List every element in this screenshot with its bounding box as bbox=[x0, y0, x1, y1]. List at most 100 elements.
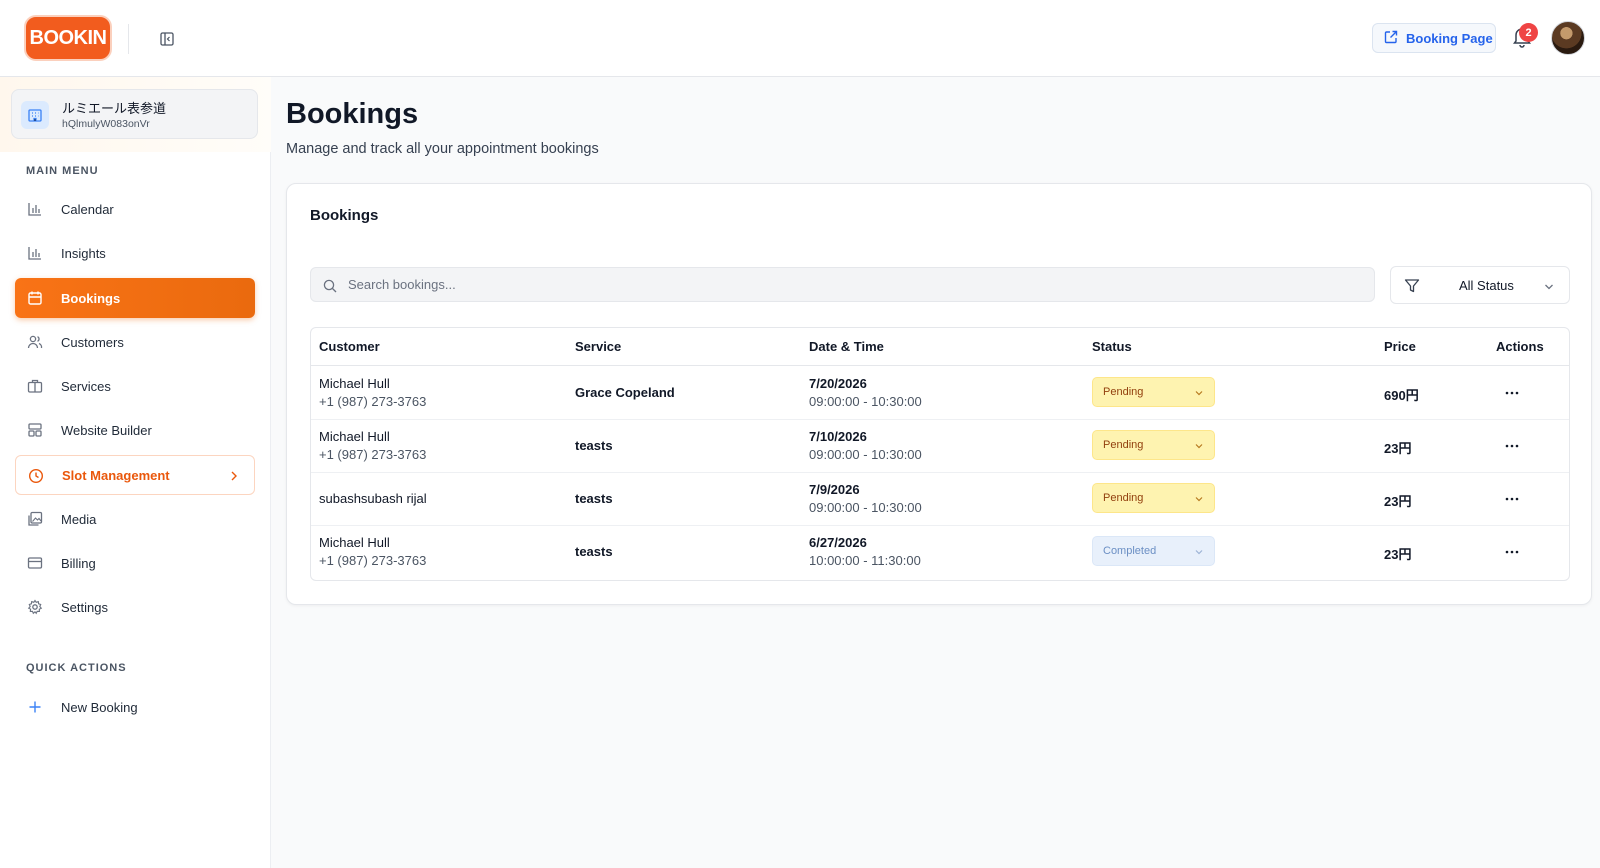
notification-badge: 2 bbox=[1519, 23, 1538, 42]
customer-phone: +1 (987) 273-3763 bbox=[319, 553, 427, 568]
chevron-down-icon bbox=[1194, 441, 1204, 451]
status-value: Pending bbox=[1103, 492, 1144, 504]
new-booking-button[interactable]: New Booking bbox=[15, 687, 255, 727]
chevron-down-icon bbox=[1194, 388, 1204, 398]
bookings-card: Bookings All Status Customer Service Dat… bbox=[286, 183, 1592, 605]
sidebar-item-label: Calendar bbox=[61, 201, 114, 217]
sidebar-item-label: Insights bbox=[61, 245, 106, 261]
status-value: Completed bbox=[1103, 545, 1157, 557]
booking-page-label: Booking Page bbox=[1406, 30, 1493, 46]
top-header: BOOKIN Booking Page 2 bbox=[0, 0, 1600, 77]
sidebar-item-label: Customers bbox=[61, 334, 124, 350]
search-input[interactable] bbox=[348, 268, 1368, 301]
org-switcher[interactable]: ルミエール表参道 hQlmulyW083onVr bbox=[11, 89, 258, 139]
clock-icon bbox=[28, 468, 44, 484]
sidebar-item-customers[interactable]: Customers bbox=[15, 322, 255, 362]
status-select[interactable]: Completed bbox=[1092, 536, 1215, 566]
org-name: ルミエール表参道 bbox=[62, 101, 167, 116]
quick-actions-label: QUICK ACTIONS bbox=[26, 662, 127, 674]
table-row[interactable]: subashsubash rijal teasts 7/9/2026 09:00… bbox=[311, 472, 1569, 526]
col-price: Price bbox=[1384, 339, 1416, 354]
price-cell: 23円 bbox=[1384, 494, 1412, 509]
sidebar-item-billing[interactable]: Billing bbox=[15, 543, 255, 583]
more-actions-icon[interactable] bbox=[1501, 542, 1523, 562]
header-divider bbox=[128, 24, 129, 54]
sidebar-item-calendar[interactable]: Calendar bbox=[15, 189, 255, 229]
table-row[interactable]: Michael Hull +1 (987) 273-3763 teasts 6/… bbox=[311, 525, 1569, 579]
price-cell: 23円 bbox=[1384, 441, 1412, 456]
sidebar-item-label: Settings bbox=[61, 599, 108, 615]
booking-time: 10:00:00 - 11:30:00 bbox=[809, 553, 921, 568]
sidebar-item-label: Slot Management bbox=[62, 467, 170, 483]
card-title: Bookings bbox=[310, 207, 379, 224]
sidebar-item-label: Services bbox=[61, 378, 111, 394]
app-logo[interactable]: BOOKIN bbox=[24, 15, 112, 61]
avatar[interactable] bbox=[1551, 21, 1585, 55]
table-row[interactable]: Michael Hull +1 (987) 273-3763 teasts 7/… bbox=[311, 419, 1569, 473]
sidebar-item-services[interactable]: Services bbox=[15, 366, 255, 406]
price-cell: 23円 bbox=[1384, 547, 1412, 562]
status-value: Pending bbox=[1103, 439, 1144, 451]
sidebar-item-website-builder[interactable]: Website Builder bbox=[15, 410, 255, 450]
customer-cell: subashsubash rijal bbox=[319, 491, 427, 506]
customer-cell: Michael Hull +1 (987) 273-3763 bbox=[319, 535, 426, 568]
sidebar-item-slot-management[interactable]: Slot Management bbox=[15, 455, 255, 495]
filter-icon bbox=[1404, 278, 1420, 294]
sidebar-item-bookings[interactable]: Bookings bbox=[15, 278, 255, 318]
customer-cell: Michael Hull +1 (987) 273-3763 bbox=[319, 429, 426, 462]
sidebar-item-media[interactable]: Media bbox=[15, 499, 255, 539]
chevron-down-icon bbox=[1194, 547, 1204, 557]
col-customer: Customer bbox=[319, 339, 380, 354]
datetime-cell: 6/27/2026 10:00:00 - 11:30:00 bbox=[809, 535, 921, 568]
more-actions-icon[interactable] bbox=[1501, 489, 1523, 509]
status-select[interactable]: Pending bbox=[1092, 430, 1215, 460]
col-service: Service bbox=[575, 339, 622, 354]
booking-date: 7/10/2026 bbox=[809, 429, 867, 444]
chevron-down-icon bbox=[1543, 280, 1555, 292]
chevron-right-icon bbox=[228, 469, 240, 483]
collapse-sidebar-icon[interactable] bbox=[158, 30, 176, 48]
datetime-cell: 7/9/2026 09:00:00 - 10:30:00 bbox=[809, 482, 922, 515]
service-cell: teasts bbox=[575, 438, 613, 453]
status-select[interactable]: Pending bbox=[1092, 377, 1215, 407]
main-menu-label: MAIN MENU bbox=[26, 165, 99, 177]
page-subtitle: Manage and track all your appointment bo… bbox=[286, 141, 599, 157]
more-actions-icon[interactable] bbox=[1501, 436, 1523, 456]
gear-icon bbox=[27, 599, 43, 615]
sidebar-item-insights[interactable]: Insights bbox=[15, 233, 255, 273]
briefcase-icon bbox=[27, 378, 43, 394]
status-select[interactable]: Pending bbox=[1092, 483, 1215, 513]
service-cell: Grace Copeland bbox=[575, 385, 675, 400]
customer-name: Michael Hull bbox=[319, 376, 390, 391]
price-cell: 690円 bbox=[1384, 388, 1419, 403]
booking-time: 09:00:00 - 10:30:00 bbox=[809, 447, 922, 462]
booking-date: 6/27/2026 bbox=[809, 535, 867, 550]
layout-icon bbox=[27, 422, 43, 438]
table-row[interactable]: Michael Hull +1 (987) 273-3763 Grace Cop… bbox=[311, 366, 1569, 420]
sidebar: ルミエール表参道 hQlmulyW083onVr MAIN MENU Calen… bbox=[0, 77, 271, 868]
plus-icon bbox=[27, 699, 43, 715]
customer-phone: +1 (987) 273-3763 bbox=[319, 447, 427, 462]
sidebar-item-label: Media bbox=[61, 511, 97, 527]
table-header: Customer Service Date & Time Status Pric… bbox=[311, 328, 1569, 366]
page-title: Bookings bbox=[286, 98, 419, 130]
sidebar-item-label: Billing bbox=[61, 555, 96, 571]
status-value: Pending bbox=[1103, 386, 1144, 398]
bookings-table: Customer Service Date & Time Status Pric… bbox=[310, 327, 1570, 581]
status-filter-select[interactable]: All Status bbox=[1390, 266, 1570, 304]
sidebar-item-settings[interactable]: Settings bbox=[15, 587, 255, 627]
col-actions: Actions bbox=[1496, 339, 1544, 354]
booking-time: 09:00:00 - 10:30:00 bbox=[809, 394, 922, 409]
customer-name: subashsubash rijal bbox=[319, 491, 427, 506]
booking-page-button[interactable]: Booking Page bbox=[1372, 23, 1496, 53]
users-icon bbox=[27, 334, 43, 350]
customer-cell: Michael Hull +1 (987) 273-3763 bbox=[319, 376, 426, 409]
more-actions-icon[interactable] bbox=[1501, 383, 1523, 403]
calendar-icon bbox=[27, 290, 43, 306]
service-cell: teasts bbox=[575, 491, 613, 506]
customer-phone: +1 (987) 273-3763 bbox=[319, 394, 427, 409]
org-section: ルミエール表参道 hQlmulyW083onVr bbox=[0, 77, 271, 152]
col-status: Status bbox=[1092, 339, 1132, 354]
datetime-cell: 7/10/2026 09:00:00 - 10:30:00 bbox=[809, 429, 922, 462]
datetime-cell: 7/20/2026 09:00:00 - 10:30:00 bbox=[809, 376, 922, 409]
